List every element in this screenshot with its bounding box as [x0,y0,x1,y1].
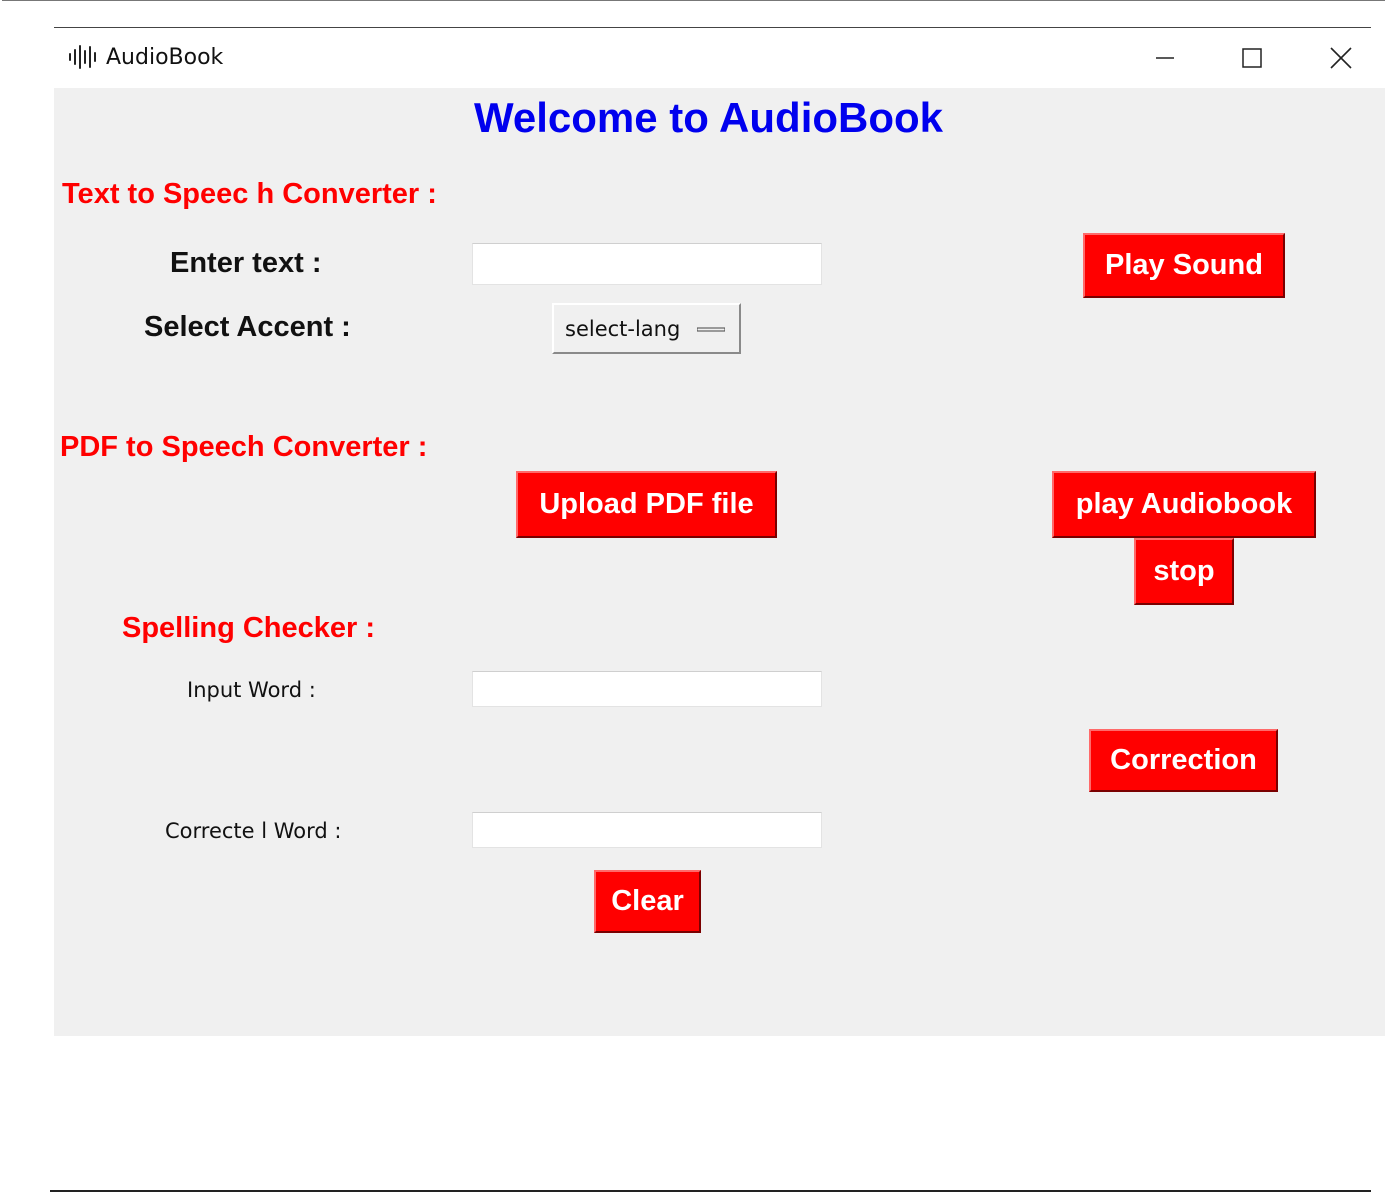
stop-button[interactable]: stop [1134,538,1234,605]
top-rule [2,0,1385,1]
close-button[interactable] [1318,42,1364,74]
play-sound-button[interactable]: Play Sound [1083,233,1285,298]
tts-section-title: Text to Speec h Converter : [62,178,437,210]
maximize-icon [1242,48,1262,68]
close-icon [1330,47,1352,69]
sound-wave-icon [69,45,96,69]
text-input[interactable] [472,243,822,285]
spelling-section-title: Spelling Checker : [122,612,376,644]
accent-dropdown[interactable]: select-lang [552,303,741,354]
app-window: AudioBook Welcome to AudioBook Text to S… [54,28,1385,1036]
correction-button[interactable]: Correction [1089,729,1278,792]
dropdown-indicator-icon [697,327,725,332]
minimize-button[interactable] [1142,42,1188,74]
clear-button[interactable]: Clear [594,870,701,933]
enter-text-label: Enter text : [170,247,322,279]
corrected-word-label: Correcte l Word : [165,819,342,843]
pdf-section-title: PDF to Speech Converter : [60,431,428,463]
window-title: AudioBook [106,45,224,70]
input-word-field[interactable] [472,671,822,707]
select-accent-label: Select Accent : [144,311,351,343]
input-word-label: Input Word : [187,678,316,702]
accent-selected-value: select-lang [565,316,681,341]
client-area: Welcome to AudioBook Text to Speec h Con… [54,88,1385,1036]
page-title: Welcome to AudioBook [474,94,944,141]
corrected-word-field[interactable] [472,812,822,848]
maximize-button[interactable] [1229,42,1275,74]
title-bar[interactable]: AudioBook [54,28,1385,88]
upload-pdf-button[interactable]: Upload PDF file [516,471,777,538]
play-audiobook-button[interactable]: play Audiobook [1052,471,1316,538]
bottom-rule [50,1190,1371,1192]
minimize-icon [1156,57,1174,59]
